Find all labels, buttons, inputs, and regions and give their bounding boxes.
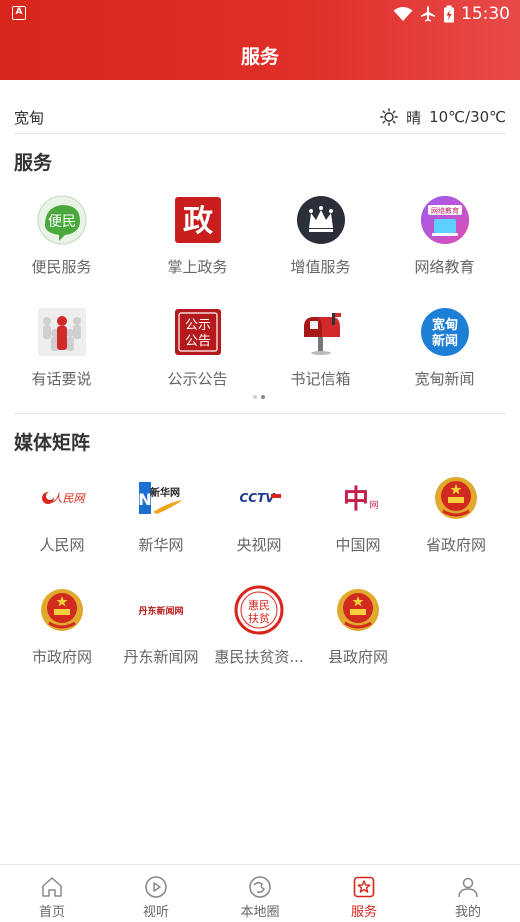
bottom-tab-bar: 首页 视听 本地圈 服务 我的 xyxy=(0,864,520,922)
media-province-gov[interactable]: 省政府网 xyxy=(394,472,518,555)
tab-label: 我的 xyxy=(454,905,481,920)
service-mailbox[interactable]: 书记信箱 xyxy=(259,306,382,389)
tab-services[interactable]: 服务 xyxy=(312,865,416,922)
weather: 晴 10℃/30℃ xyxy=(380,107,506,128)
star-icon xyxy=(353,876,375,898)
divider xyxy=(14,413,506,414)
svg-text:人民网: 人民网 xyxy=(52,492,87,505)
national-emblem-icon xyxy=(36,584,88,636)
huimin-fupin-seal-icon: 惠民 扶贫 xyxy=(233,584,285,636)
divider xyxy=(14,133,506,134)
page-title: 服务 xyxy=(240,46,279,68)
xinhua-net-logo-icon: N 新华网 xyxy=(135,472,187,524)
service-zhengwu[interactable]: 政 掌上政务 xyxy=(136,194,259,277)
weather-temperature: 10℃/30℃ xyxy=(429,108,506,126)
china-net-logo-icon: 中 网 xyxy=(332,472,384,524)
svg-text:新华网: 新华网 xyxy=(150,486,180,499)
location-weather-row: 宽甸 晴 10℃/30℃ xyxy=(14,102,506,132)
weather-condition: 晴 xyxy=(406,108,422,127)
svg-text:公告: 公告 xyxy=(184,334,210,349)
media-county-gov[interactable]: 县政府网 xyxy=(296,584,420,667)
service-education[interactable]: 网络教育 网络教育 xyxy=(383,194,506,277)
svg-text:网: 网 xyxy=(369,500,378,511)
tab-label: 服务 xyxy=(350,905,377,920)
svg-text:政: 政 xyxy=(183,204,213,239)
cctv-logo-icon: CCTV xyxy=(233,472,285,524)
media-label: 新华网 xyxy=(138,536,184,554)
media-label: 县政府网 xyxy=(327,648,388,666)
svg-text:扶贫: 扶贫 xyxy=(248,611,270,625)
mailbox-icon xyxy=(295,306,347,358)
svg-text:丹东新闻网: 丹东新闻网 xyxy=(138,605,183,617)
page-dot-active[interactable] xyxy=(261,395,265,399)
battery-charging-icon xyxy=(444,5,454,23)
svg-text:网络教育: 网络教育 xyxy=(431,206,459,215)
svg-text:便民: 便民 xyxy=(48,214,76,230)
online-education-icon: 网络教育 xyxy=(419,194,471,246)
play-icon xyxy=(145,876,167,898)
service-label: 书记信箱 xyxy=(290,370,351,388)
location-name[interactable]: 宽甸 xyxy=(14,107,44,128)
svg-text:新闻: 新闻 xyxy=(431,333,457,349)
page-indicator xyxy=(253,395,265,399)
service-label: 增值服务 xyxy=(290,258,351,276)
app-notification-icon: A xyxy=(12,6,26,20)
service-kuandian-news[interactable]: 宽甸 新闻 宽甸新闻 xyxy=(383,306,506,389)
national-emblem-icon xyxy=(332,584,384,636)
tab-local-circle[interactable]: 本地圈 xyxy=(208,865,312,922)
svg-text:CCTV: CCTV xyxy=(239,491,276,505)
tab-label: 首页 xyxy=(38,905,65,920)
wifi-icon xyxy=(393,7,413,21)
airplane-icon xyxy=(421,6,435,22)
service-bianmin[interactable]: 便民 便民服务 xyxy=(0,194,123,277)
tab-video[interactable]: 视听 xyxy=(104,865,208,922)
svg-text:中: 中 xyxy=(343,485,369,515)
media-label: 惠民扶贫资... xyxy=(214,648,304,666)
bianmin-icon: 便民 xyxy=(36,194,88,246)
home-icon xyxy=(42,877,62,897)
sun-icon xyxy=(380,108,398,126)
service-label: 公示公告 xyxy=(167,370,228,388)
tab-mine[interactable]: 我的 xyxy=(416,865,520,922)
notice-icon: 公示 公告 xyxy=(172,306,224,358)
top-bar: A 15:30 服务 xyxy=(0,0,520,80)
service-notice[interactable]: 公示 公告 公示公告 xyxy=(136,306,259,389)
status-right: 15:30 xyxy=(393,4,510,24)
national-emblem-icon xyxy=(430,472,482,524)
service-label: 宽甸新闻 xyxy=(414,370,475,388)
people-net-logo-icon: 人民网 xyxy=(36,472,88,524)
media-label: 市政府网 xyxy=(31,648,92,666)
service-zengzhi[interactable]: 增值服务 xyxy=(259,194,382,277)
service-label: 网络教育 xyxy=(414,258,475,276)
service-youhua[interactable]: 有话要说 xyxy=(0,306,123,389)
service-label: 便民服务 xyxy=(31,258,92,276)
tab-label: 本地圈 xyxy=(240,905,280,920)
status-time: 15:30 xyxy=(461,4,510,24)
page-dot[interactable] xyxy=(253,395,257,399)
crowd-speak-icon xyxy=(36,306,88,358)
media-label: 央视网 xyxy=(236,536,282,554)
svg-text:惠民: 惠民 xyxy=(248,598,270,612)
service-label: 有话要说 xyxy=(31,370,92,388)
user-icon xyxy=(458,877,478,898)
services-section-title: 服务 xyxy=(14,152,53,174)
tab-label: 视听 xyxy=(142,905,169,920)
media-label: 丹东新闻网 xyxy=(123,648,199,666)
media-label: 省政府网 xyxy=(425,536,486,554)
media-section-title: 媒体矩阵 xyxy=(14,432,91,454)
kuandian-news-icon: 宽甸 新闻 xyxy=(419,306,471,358)
dandong-news-logo-icon: 丹东新闻网 xyxy=(135,584,187,636)
media-label: 中国网 xyxy=(335,536,381,554)
tab-home[interactable]: 首页 xyxy=(0,865,104,922)
status-bar: A 15:30 xyxy=(0,0,520,28)
svg-text:宽甸: 宽甸 xyxy=(430,317,457,333)
service-label: 掌上政务 xyxy=(167,258,228,276)
svg-text:公示: 公示 xyxy=(184,318,210,333)
zheng-icon: 政 xyxy=(172,194,224,246)
crown-icon xyxy=(295,194,347,246)
local-circle-icon xyxy=(249,876,271,898)
media-label: 人民网 xyxy=(39,536,85,554)
